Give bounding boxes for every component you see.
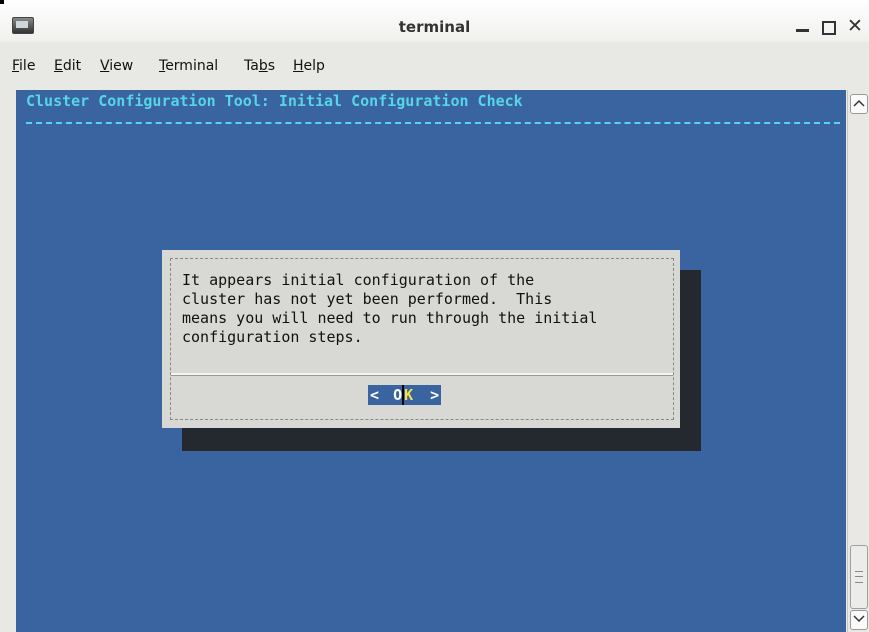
grip-icon bbox=[855, 571, 863, 583]
menu-file[interactable]: File bbox=[12, 58, 35, 74]
dialog-separator bbox=[171, 373, 673, 376]
chevron-up-icon[interactable] bbox=[850, 94, 868, 114]
config-check-dialog: It appears initial configuration of the … bbox=[162, 250, 680, 428]
menu-help[interactable]: Help bbox=[293, 58, 325, 74]
ok-left-bracket: < bbox=[368, 385, 382, 405]
header-divider bbox=[26, 122, 840, 124]
ok-button[interactable]: < O K > bbox=[368, 385, 442, 405]
window-titlebar: terminal ✕ bbox=[0, 0, 869, 42]
corner-mark bbox=[0, 0, 4, 4]
menu-view[interactable]: View bbox=[100, 58, 133, 74]
terminal-scrollbar[interactable] bbox=[847, 90, 868, 632]
ok-right-bracket: > bbox=[428, 385, 442, 405]
tool-header: Cluster Configuration Tool: Initial Conf… bbox=[26, 92, 523, 110]
chevron-down-icon[interactable] bbox=[850, 610, 868, 630]
dialog-message: It appears initial configuration of the … bbox=[182, 271, 598, 346]
close-button[interactable]: ✕ bbox=[847, 17, 863, 36]
minimize-button[interactable] bbox=[796, 18, 810, 32]
scroll-thumb[interactable] bbox=[850, 545, 868, 609]
maximize-button[interactable] bbox=[822, 21, 836, 35]
ok-letter-k: K bbox=[404, 385, 414, 405]
terminal-screen[interactable]: Cluster Configuration Tool: Initial Conf… bbox=[16, 90, 846, 632]
menu-bar: File Edit View Terminal Tabs Help bbox=[0, 52, 869, 80]
menu-edit[interactable]: Edit bbox=[54, 58, 81, 74]
menu-tabs[interactable]: Tabs bbox=[244, 58, 275, 74]
menu-terminal[interactable]: Terminal bbox=[159, 58, 218, 74]
ok-letter-o: O bbox=[393, 385, 403, 405]
window-title: terminal bbox=[398, 18, 471, 36]
